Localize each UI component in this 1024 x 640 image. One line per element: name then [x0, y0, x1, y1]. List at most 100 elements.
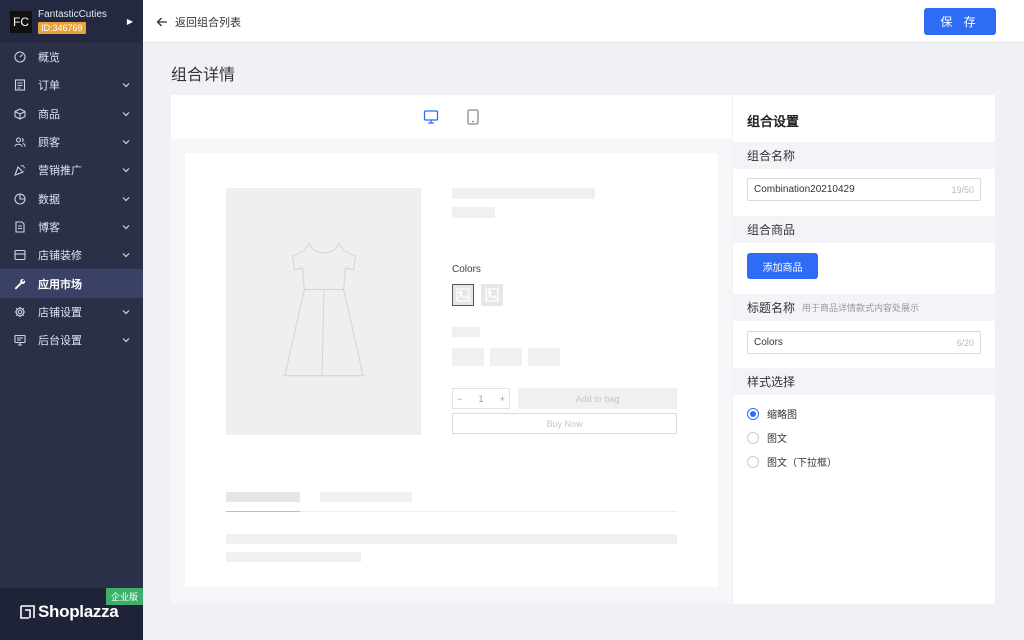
store-name: FantasticCuties — [38, 9, 107, 20]
sidebar-item-label: 店铺设置 — [38, 306, 82, 319]
tab-underline-active — [226, 511, 300, 512]
chevron-down-icon — [121, 109, 131, 119]
products-section-header: 组合商品 — [733, 216, 995, 243]
color-swatch[interactable] — [452, 284, 474, 306]
sidebar-item-label: 订单 — [38, 80, 60, 93]
order-icon — [14, 79, 26, 91]
sidebar-item-orders[interactable]: 订单 — [0, 71, 143, 99]
sidebar-item-marketing[interactable]: 营销推广 — [0, 156, 143, 184]
heading-name-input[interactable]: Colors 6/20 — [747, 331, 981, 354]
sidebar-item-label: 博客 — [38, 221, 60, 234]
section-label: 样式选择 — [747, 375, 796, 389]
sidebar-item-blog[interactable]: 博客 — [0, 213, 143, 241]
tab-skeleton — [320, 492, 412, 502]
store-info: FantasticCuties ID:346769 — [38, 9, 107, 34]
option-skeleton — [452, 348, 484, 366]
style-option-dropdown[interactable]: 图文（下拉框） — [747, 454, 837, 469]
input-value: Combination20210429 — [754, 184, 855, 195]
chevron-down-icon — [121, 137, 131, 147]
chevron-down-icon — [121, 307, 131, 317]
layout-icon — [14, 249, 26, 261]
qty-minus[interactable]: − — [457, 394, 462, 404]
tablet-icon[interactable] — [465, 109, 481, 125]
sidebar-item-products[interactable]: 商品 — [0, 100, 143, 128]
price-skeleton — [452, 207, 495, 218]
sidebar-item-label: 营销推广 — [38, 165, 82, 178]
add-to-bag-button[interactable]: Add to bag — [518, 388, 677, 409]
radio-selected[interactable] — [747, 407, 759, 420]
sidebar-item-admin-settings[interactable]: 后台设置 — [0, 326, 143, 354]
sidebar: FC FantasticCuties ID:346769 ▶ 概览 订单 商品 … — [0, 0, 143, 640]
chevron-down-icon — [121, 165, 131, 175]
pie-chart-icon — [14, 193, 26, 205]
gear-icon — [14, 306, 26, 318]
page-title: 组合详情 — [171, 67, 236, 84]
image-icon — [456, 288, 470, 302]
radio-unselected[interactable] — [747, 455, 759, 468]
dress-icon — [283, 241, 364, 376]
input-value: Colors — [754, 337, 783, 348]
box-icon — [14, 108, 26, 120]
product-image-placeholder — [226, 188, 421, 435]
radio-label: 缩略图 — [767, 410, 797, 421]
add-product-button[interactable]: 添加商品 — [747, 253, 818, 279]
sidebar-item-analytics[interactable]: 数据 — [0, 184, 143, 212]
heading-section-header: 标题名称 用于商品详情款式内容处展示 — [733, 294, 995, 321]
radio-label: 图文（下拉框） — [767, 458, 837, 469]
description-skeleton — [226, 534, 677, 544]
chevron-down-icon — [121, 335, 131, 345]
sidebar-item-label: 顾客 — [38, 137, 60, 150]
char-counter: 19/50 — [951, 184, 974, 195]
section-label: 组合商品 — [747, 223, 796, 237]
wrench-icon — [14, 278, 26, 290]
caret-right-icon: ▶ — [126, 17, 133, 26]
megaphone-icon — [14, 164, 26, 177]
name-section-header: 组合名称 — [733, 142, 995, 169]
section-hint: 用于商品详情款式内容处展示 — [802, 303, 920, 313]
colors-label: Colors — [452, 264, 481, 275]
document-icon — [14, 221, 26, 233]
style-section-header: 样式选择 — [733, 368, 995, 395]
sidebar-item-store-settings[interactable]: 店铺设置 — [0, 298, 143, 326]
radio-label: 图文 — [767, 434, 787, 445]
preview-canvas: Colors − 1 + Add to bag Buy Now — [185, 153, 718, 587]
quantity-stepper[interactable]: − 1 + — [452, 388, 510, 409]
option-skeleton — [528, 348, 560, 366]
char-counter: 6/20 — [956, 337, 974, 348]
combination-name-input[interactable]: Combination20210429 19/50 — [747, 178, 981, 201]
section-label: 组合名称 — [747, 149, 796, 163]
brand-footer: 企业版 Shoplazza — [0, 588, 143, 640]
back-label: 返回组合列表 — [175, 17, 241, 29]
buy-now-button[interactable]: Buy Now — [452, 413, 677, 434]
back-link[interactable]: 返回组合列表 — [156, 14, 241, 30]
sidebar-item-label: 商品 — [38, 108, 60, 121]
logo-text: Shoplazza — [38, 602, 119, 621]
store-switcher[interactable]: FC FantasticCuties ID:346769 ▶ — [0, 0, 143, 43]
style-option-image-text[interactable]: 图文 — [747, 430, 787, 445]
top-bar: 返回组合列表 保 存 — [143, 0, 1024, 43]
sidebar-item-label: 应用市场 — [38, 278, 82, 291]
color-swatch[interactable] — [481, 284, 503, 306]
users-icon — [14, 136, 26, 148]
qty-plus[interactable]: + — [500, 394, 505, 404]
shoplazza-logo: Shoplazza — [20, 602, 119, 622]
sidebar-item-theme[interactable]: 店铺装修 — [0, 241, 143, 269]
sidebar-item-label: 后台设置 — [38, 335, 82, 348]
sidebar-item-overview[interactable]: 概览 — [0, 43, 143, 71]
sidebar-item-customers[interactable]: 顾客 — [0, 128, 143, 156]
store-id-badge: ID:346769 — [38, 22, 86, 34]
sidebar-item-label: 店铺装修 — [38, 250, 82, 263]
qty-value: 1 — [478, 393, 484, 404]
radio-unselected[interactable] — [747, 431, 759, 444]
desktop-icon[interactable] — [423, 109, 439, 125]
device-toggle — [171, 95, 732, 139]
sidebar-item-label: 概览 — [38, 52, 60, 65]
save-button[interactable]: 保 存 — [924, 8, 996, 35]
preview-panel: Colors − 1 + Add to bag Buy Now — [171, 95, 732, 604]
sidebar-item-app-store[interactable]: 应用市场 — [0, 269, 143, 298]
image-icon — [485, 288, 499, 302]
chevron-down-icon — [121, 80, 131, 90]
tab-skeleton-active — [226, 492, 300, 502]
style-option-thumbnail[interactable]: 缩略图 — [747, 406, 797, 421]
store-avatar: FC — [10, 10, 32, 33]
